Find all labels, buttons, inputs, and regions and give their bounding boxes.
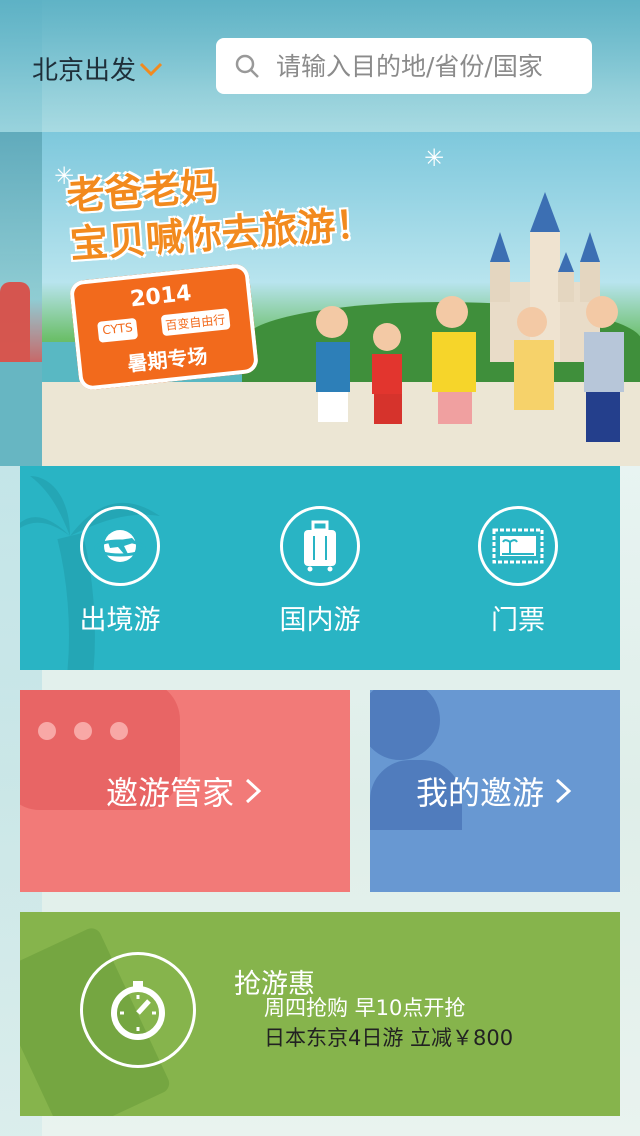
kids-illustration	[316, 296, 624, 442]
category-tickets-label: 门票	[491, 605, 545, 636]
chevron-right-icon	[555, 778, 572, 804]
butler-tile[interactable]: 邀游管家	[20, 690, 350, 892]
departure-city-label: 北京出发	[32, 56, 137, 86]
category-tickets[interactable]: 门票	[438, 506, 598, 637]
stopwatch-icon-ring	[80, 952, 196, 1068]
ticket-icon	[492, 528, 544, 564]
promo-stamp: 2014 CYTS 百变自由行 暑期专场	[68, 262, 260, 392]
search-input[interactable]	[274, 50, 578, 82]
stamp-brand: CYTS	[97, 317, 138, 343]
search-box[interactable]	[216, 38, 592, 94]
stopwatch-icon	[111, 981, 165, 1040]
category-panel: 出境游 国内游 门票	[20, 466, 620, 670]
category-outbound[interactable]: 出境游	[40, 506, 200, 637]
promo-banner[interactable]: ✳ ✳ 老爸老妈 宝贝喊你去旅游！ 2014 CYTS 百变自由行 暑期专场	[42, 132, 640, 466]
my-trips-tile[interactable]: 我的邀游	[370, 690, 620, 892]
chevron-right-icon	[245, 778, 262, 804]
user-icon	[370, 690, 440, 760]
flash-deal-panel[interactable]: 抢游惠 周四抢购 早10点开抢 日本东京4日游 立减￥800	[20, 912, 620, 1116]
banner-headline: 老爸老妈 宝贝喊你去旅游！	[65, 152, 375, 269]
top-bar: 北京出发	[0, 0, 640, 132]
search-icon	[235, 54, 259, 78]
butler-label: 邀游管家	[105, 774, 234, 812]
chevron-down-icon	[139, 62, 163, 76]
banner-prev-peek[interactable]	[0, 132, 42, 466]
my-trips-label: 我的邀游	[415, 774, 544, 812]
category-domestic[interactable]: 国内游	[240, 506, 400, 637]
sparkle-icon: ✳	[424, 144, 445, 172]
category-outbound-label: 出境游	[79, 605, 161, 636]
departure-city-selector[interactable]: 北京出发	[32, 50, 164, 87]
deal-schedule: 周四抢购 早10点开抢	[264, 996, 466, 1020]
globe-plane-icon	[94, 530, 146, 562]
category-domestic-label: 国内游	[279, 605, 361, 636]
deal-offer: 日本东京4日游 立减￥800	[264, 1026, 514, 1050]
stamp-partner: 百变自由行	[160, 308, 231, 337]
suitcase-icon	[304, 520, 336, 572]
